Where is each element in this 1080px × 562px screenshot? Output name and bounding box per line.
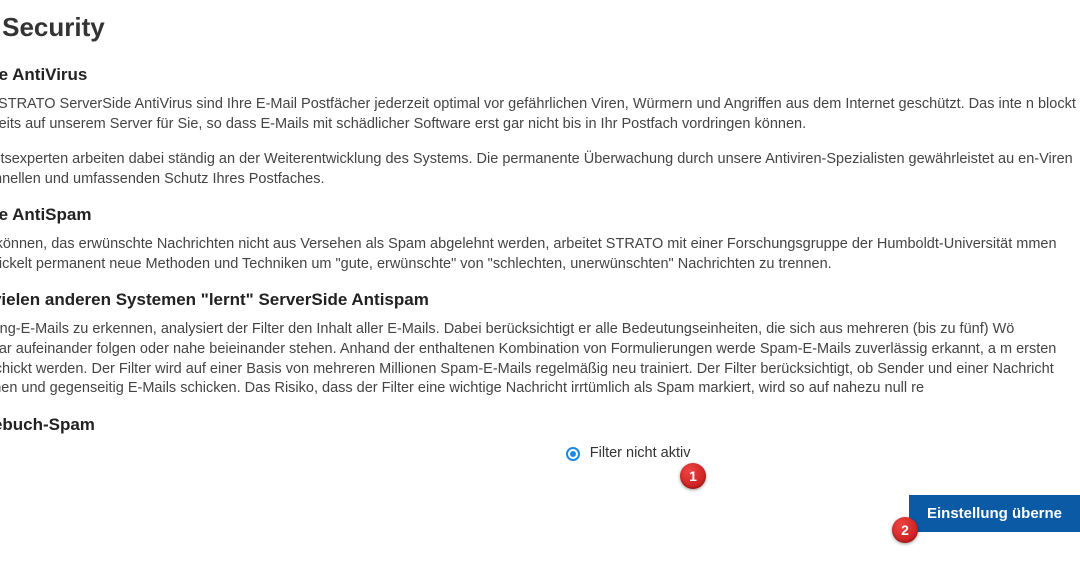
av-para1: ovativen STRATO ServerSide AntiVirus sin…: [0, 95, 1080, 134]
apply-settings-button[interactable]: Einstellung überne: [909, 495, 1080, 532]
annotation-marker-1: 1: [680, 463, 706, 489]
learn-para: nd Phishing-E-Mails zu erkennen, analysi…: [0, 320, 1080, 398]
av-para2: Sicherheitsexperten arbeiten dabei ständ…: [0, 150, 1080, 189]
as-heading: rverSide AntiSpam: [0, 205, 1080, 225]
as-para1: her sein können, das erwünschte Nachrich…: [0, 235, 1080, 274]
learn-heading: atz zu vielen anderen Systemen "lernt" S…: [0, 290, 1080, 310]
guestbook-heading: n Gästebuch-Spam: [0, 415, 1080, 435]
av-heading: rverSide AntiVirus: [0, 65, 1080, 85]
page-title: Side Security: [0, 12, 1080, 43]
filter-inactive-option[interactable]: Filter nicht aktiv: [566, 445, 691, 461]
annotation-marker-2: 2: [892, 517, 918, 543]
radio-icon: [566, 447, 580, 461]
filter-inactive-label: Filter nicht aktiv: [590, 445, 691, 461]
filter-radio-group: v Filter nicht aktiv: [0, 445, 1080, 463]
